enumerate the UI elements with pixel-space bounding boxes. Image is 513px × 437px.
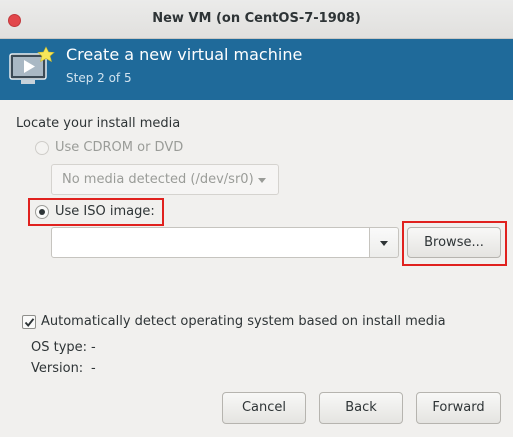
window-title: New VM (on CentOS-7-1908) — [152, 11, 361, 26]
chevron-down-icon — [380, 241, 388, 246]
iso-radio[interactable] — [35, 205, 49, 219]
os-type-label: OS type: — [31, 340, 88, 355]
auto-detect-label[interactable]: Automatically detect operating system ba… — [41, 314, 446, 329]
back-button[interactable]: Back — [319, 392, 403, 424]
cdrom-radio — [35, 141, 49, 155]
iso-option-label[interactable]: Use ISO image: — [55, 204, 155, 219]
browse-button[interactable]: Browse... — [407, 227, 501, 258]
page-title: Create a new virtual machine — [66, 45, 303, 64]
auto-detect-checkbox[interactable] — [22, 315, 36, 329]
cdrom-option-label: Use CDROM or DVD — [55, 140, 184, 155]
cancel-button[interactable]: Cancel — [222, 392, 306, 424]
cdrom-dropdown-value: No media detected (/dev/sr0) — [62, 172, 254, 187]
virtual-machine-icon — [9, 46, 55, 84]
background-window-edge: ▔▔▔ ▔▔▔ — [30, 0, 87, 6]
install-media-section-label: Locate your install media — [16, 116, 181, 131]
iso-path-input[interactable] — [51, 227, 370, 258]
forward-button[interactable]: Forward — [416, 392, 501, 424]
radio-selected-dot — [39, 209, 45, 215]
os-type-value: - — [91, 340, 96, 355]
cdrom-media-dropdown: No media detected (/dev/sr0) — [51, 164, 279, 195]
iso-history-dropdown-button[interactable] — [369, 227, 399, 258]
checkmark-icon — [24, 318, 35, 327]
step-indicator: Step 2 of 5 — [66, 71, 132, 85]
chevron-down-icon — [258, 178, 266, 183]
version-label: Version: — [31, 361, 84, 376]
version-value: - — [91, 361, 96, 376]
